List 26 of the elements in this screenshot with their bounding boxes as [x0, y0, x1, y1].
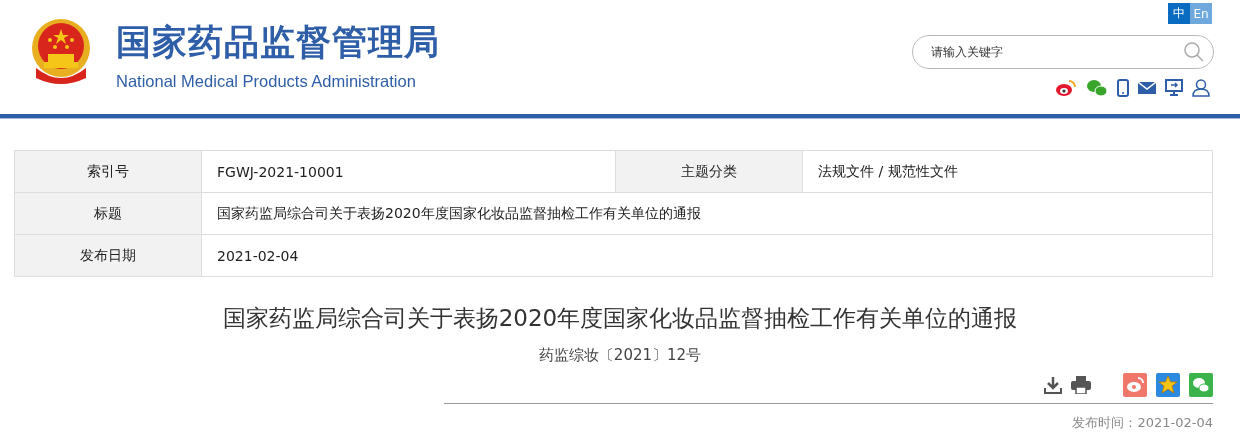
- print-icon[interactable]: [1071, 376, 1091, 394]
- star-share-icon[interactable]: [1156, 373, 1180, 397]
- weibo-share-icon[interactable]: [1123, 373, 1147, 397]
- language-tab[interactable]: 中: [1168, 3, 1190, 24]
- field-value: FGWJ-2021-10001: [201, 150, 616, 193]
- field-label: 主题分类: [615, 150, 803, 193]
- field-label: 索引号: [14, 150, 202, 193]
- field-value: 2021-02-04: [201, 234, 1213, 277]
- weibo-icon[interactable]: [1055, 79, 1077, 97]
- document-number: 药监综妆〔2021〕12号: [537, 346, 703, 365]
- field-value: 国家药监局综合司关于表扬2020年度国家化妆品监督抽检工作有关单位的通报: [201, 192, 1213, 235]
- download-icon[interactable]: [1044, 376, 1062, 394]
- chat-share-icon[interactable]: [1189, 373, 1213, 397]
- field-value: 法规文件 / 规范性文件: [802, 150, 1213, 193]
- search-field[interactable]: 请输入关键字: [912, 35, 1214, 69]
- user-icon[interactable]: [1192, 79, 1210, 97]
- monitor-icon[interactable]: [1165, 79, 1183, 97]
- publish-time: 发布时间：2021-02-04: [1071, 414, 1214, 432]
- chat-icon[interactable]: [1086, 79, 1108, 97]
- field-label: 发布日期: [14, 234, 202, 277]
- site-title: 国家药品监督管理局: [116, 21, 440, 64]
- site-subtitle: National Medical Products Administration: [116, 72, 417, 91]
- mail-icon[interactable]: [1138, 81, 1156, 95]
- field-label: 标题: [14, 192, 202, 235]
- article-title: 国家药监局综合司关于表扬2020年度国家化妆品监督抽检工作有关单位的通报: [221, 304, 1019, 333]
- phone-icon[interactable]: [1117, 79, 1129, 97]
